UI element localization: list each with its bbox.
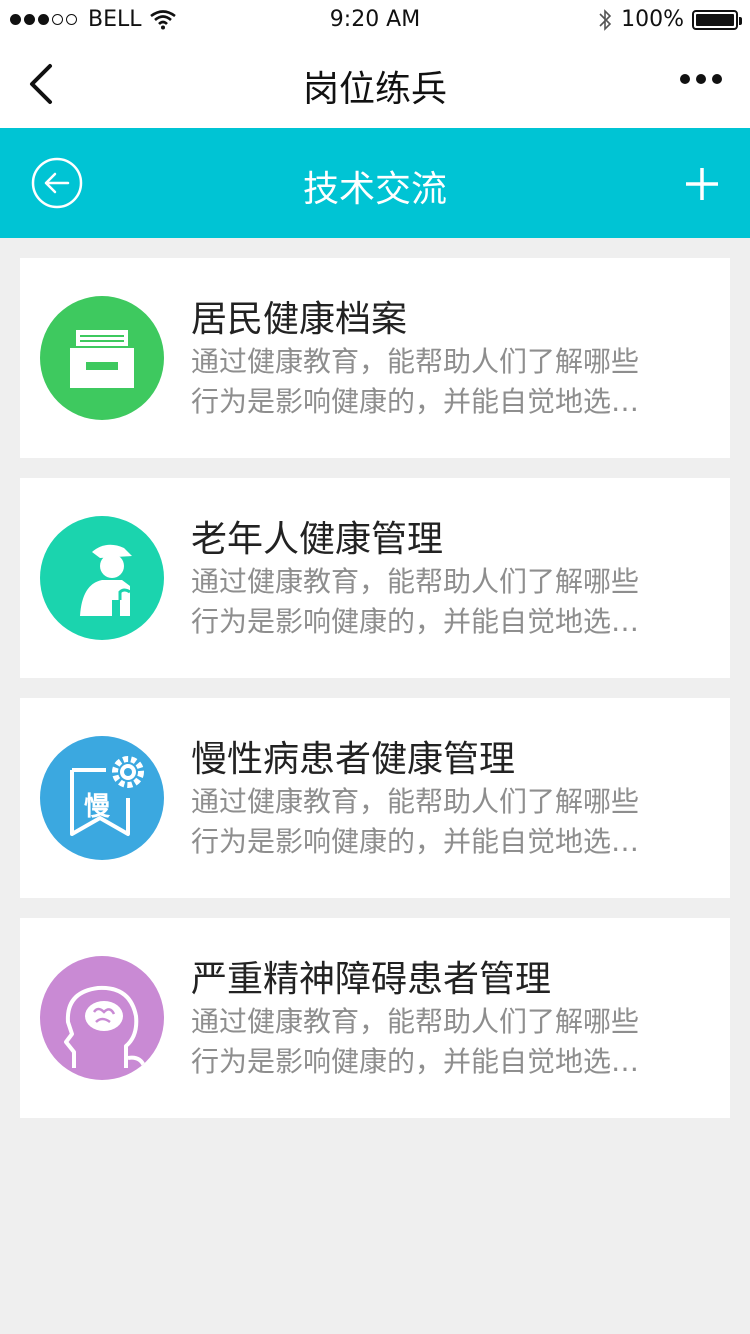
item-description-line: 通过健康教育，能帮助人们了解哪些 (191, 785, 640, 818)
plus-icon[interactable] (684, 166, 720, 202)
elderly-person-icon (40, 516, 164, 640)
navigation-bar: 岗位练兵 (0, 40, 750, 129)
item-description: 通过健康教育，能帮助人们了解哪些 行为是影响健康的，并能自觉地选… (191, 1002, 701, 1082)
battery-icon (692, 9, 742, 30)
item-description-line: 行为是影响健康的，并能自觉地选… (191, 1045, 640, 1078)
item-description-line: 行为是影响健康的，并能自觉地选… (191, 605, 640, 638)
archive-box-icon (40, 296, 164, 420)
item-description: 通过健康教育，能帮助人们了解哪些 行为是影响健康的，并能自觉地选… (191, 782, 701, 862)
item-description: 通过健康教育，能帮助人们了解哪些 行为是影响健康的，并能自觉地选… (191, 342, 701, 422)
chronic-disease-bookmark-gear-icon: 慢 (40, 736, 164, 860)
battery-percent: 100% (621, 7, 684, 32)
item-title: 慢性病患者健康管理 (191, 739, 516, 780)
status-bar: BELL 9:20 AM 100% (0, 0, 750, 40)
item-title: 居民健康档案 (191, 299, 408, 340)
more-dots-icon[interactable] (674, 74, 722, 84)
list-item[interactable]: 严重精神障碍患者管理 通过健康教育，能帮助人们了解哪些 行为是影响健康的，并能自… (20, 918, 730, 1118)
list-item[interactable]: 老年人健康管理 通过健康教育，能帮助人们了解哪些 行为是影响健康的，并能自觉地选… (20, 478, 730, 678)
list-item[interactable]: 慢 慢性病患者健康管理 通过健康教育，能帮助人们了解哪些 行为是影响健康的，并能… (20, 698, 730, 898)
item-description-line: 行为是影响健康的，并能自觉地选… (191, 825, 640, 858)
item-description-line: 通过健康教育，能帮助人们了解哪些 (191, 565, 640, 598)
topic-list: 居民健康档案 通过健康教育，能帮助人们了解哪些 行为是影响健康的，并能自觉地选…… (20, 258, 730, 1138)
item-title: 老年人健康管理 (191, 519, 444, 560)
item-description-line: 通过健康教育，能帮助人们了解哪些 (191, 345, 640, 378)
bluetooth-icon (599, 8, 612, 31)
list-item[interactable]: 居民健康档案 通过健康教育，能帮助人们了解哪些 行为是影响健康的，并能自觉地选… (20, 258, 730, 458)
status-right: 100% (597, 7, 742, 32)
item-description-line: 通过健康教育，能帮助人们了解哪些 (191, 1005, 640, 1038)
icon-character: 慢 (84, 792, 111, 822)
section-header: 技术交流 (0, 128, 750, 238)
item-description: 通过健康教育，能帮助人们了解哪些 行为是影响健康的，并能自觉地选… (191, 562, 701, 642)
item-description-line: 行为是影响健康的，并能自觉地选… (191, 385, 640, 418)
section-title: 技术交流 (302, 169, 447, 210)
page-title: 岗位练兵 (302, 69, 447, 110)
head-brain-icon (40, 956, 164, 1080)
item-title: 严重精神障碍患者管理 (191, 959, 552, 1000)
